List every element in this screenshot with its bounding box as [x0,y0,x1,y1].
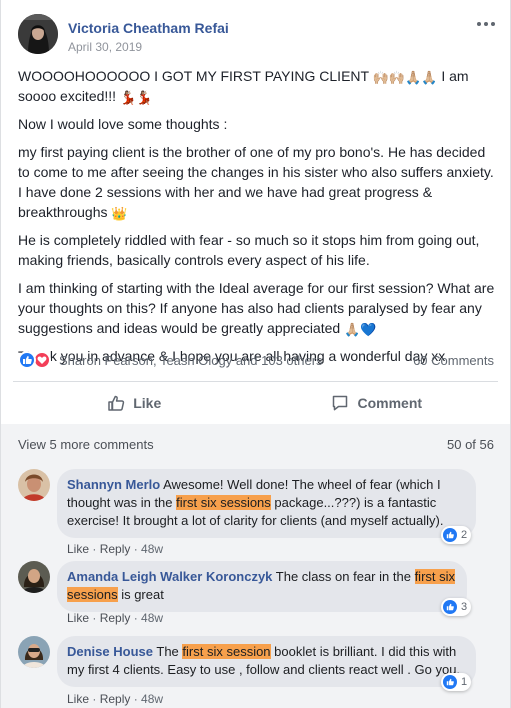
comment-item: Amanda Leigh Walker Koronczyk The class … [18,561,498,627]
search-highlight: first six sessions [176,495,271,510]
post-paragraph: He is completely riddled with fear - so … [18,232,480,268]
post-card: Victoria Cheatham Refai April 30, 2019 W… [0,0,511,708]
like-label: Like [133,395,162,411]
comment-meta: Like · Reply · 48w [67,542,164,556]
post-date[interactable]: April 30, 2019 [68,40,142,54]
like-reaction-icon [443,675,457,689]
comment-reply-link[interactable]: Reply [100,611,131,625]
view-more-comments-link[interactable]: View 5 more comments [18,437,154,452]
comments-pager: 50 of 56 [447,437,494,452]
search-highlight: sessions [67,587,118,602]
comment-bubble: Amanda Leigh Walker Koronczyk The class … [57,561,467,612]
comment-reaction-count[interactable]: 1 [441,673,472,691]
commenter-name[interactable]: Amanda Leigh Walker Koronczyk [67,569,272,584]
like-reaction-icon [443,528,457,542]
post-text: WOOOOHOOOOOO I GOT MY FIRST PAYING CLIEN… [18,66,500,374]
post-paragraph: my first paying client is the brother of… [18,144,494,221]
dancer-emoji: 💃🏽💃🏽 [119,90,153,105]
post-paragraph: WOOOOHOOOOOO I GOT MY FIRST PAYING CLIEN… [18,68,469,105]
reaction-icons[interactable] [18,351,54,371]
like-button[interactable]: Like [13,388,256,418]
comment-bubble: Shannyn Merlo Awesome! Well done! The wh… [57,469,476,538]
hands-emoji: 🙌🏼🙌🏼🙏🏼🙏🏼 [372,70,438,85]
like-reaction-icon [18,351,36,369]
comment-item: Shannyn Merlo Awesome! Well done! The wh… [18,469,498,556]
comment-label: Comment [357,395,423,411]
post-paragraph: Now I would love some thoughts : [18,116,228,132]
comment-reply-link[interactable]: Reply [100,542,131,556]
comment-bubble: Denise House The first six session bookl… [57,636,476,687]
comment-like-link[interactable]: Like [67,542,89,556]
comment-reaction-count[interactable]: 3 [441,598,472,616]
comment-reaction-count[interactable]: 2 [441,526,472,544]
comments-section: View 5 more comments 50 of 56 Shannyn Me… [1,424,510,708]
search-highlight: first six session [182,644,271,659]
commenter-avatar[interactable] [18,636,50,668]
comment-like-link[interactable]: Like [67,692,89,706]
comment-reply-link[interactable]: Reply [100,692,131,706]
comment-time[interactable]: 48w [141,692,163,706]
pray-heart-emoji: 🙏🏼💙 [344,322,377,337]
commenter-avatar[interactable] [18,469,50,501]
comments-count[interactable]: 60 Comments [413,353,494,368]
crown-emoji: 👑 [111,206,128,221]
comment-item: Denise House The first six session bookl… [18,636,498,706]
comment-button[interactable]: Comment [256,388,499,418]
action-bar: Like Comment [13,388,498,418]
like-reaction-icon [443,600,457,614]
reaction-names[interactable]: Sharon Pearson, Teash Ology and 103 othe… [59,353,323,368]
comment-icon [333,395,348,411]
thumbs-up-icon [108,395,125,411]
author-name[interactable]: Victoria Cheatham Refai [68,20,229,36]
divider [13,381,498,382]
comment-like-link[interactable]: Like [67,611,89,625]
commenter-name[interactable]: Denise House [67,644,153,659]
post-header: Victoria Cheatham Refai April 30, 2019 [18,14,498,58]
post-paragraph: I am thinking of starting with the Ideal… [18,280,495,337]
reactions-bar: Sharon Pearson, Teash Ology and 103 othe… [18,351,494,371]
search-highlight: first six [414,569,456,584]
more-options-icon[interactable] [474,16,498,32]
commenter-avatar[interactable] [18,561,50,593]
comment-time[interactable]: 48w [141,542,163,556]
comment-time[interactable]: 48w [141,611,163,625]
comment-meta: Like · Reply · 48w [67,692,164,706]
commenter-name[interactable]: Shannyn Merlo [67,477,160,492]
author-avatar[interactable] [18,14,58,54]
comment-meta: Like · Reply · 48w [67,611,164,625]
